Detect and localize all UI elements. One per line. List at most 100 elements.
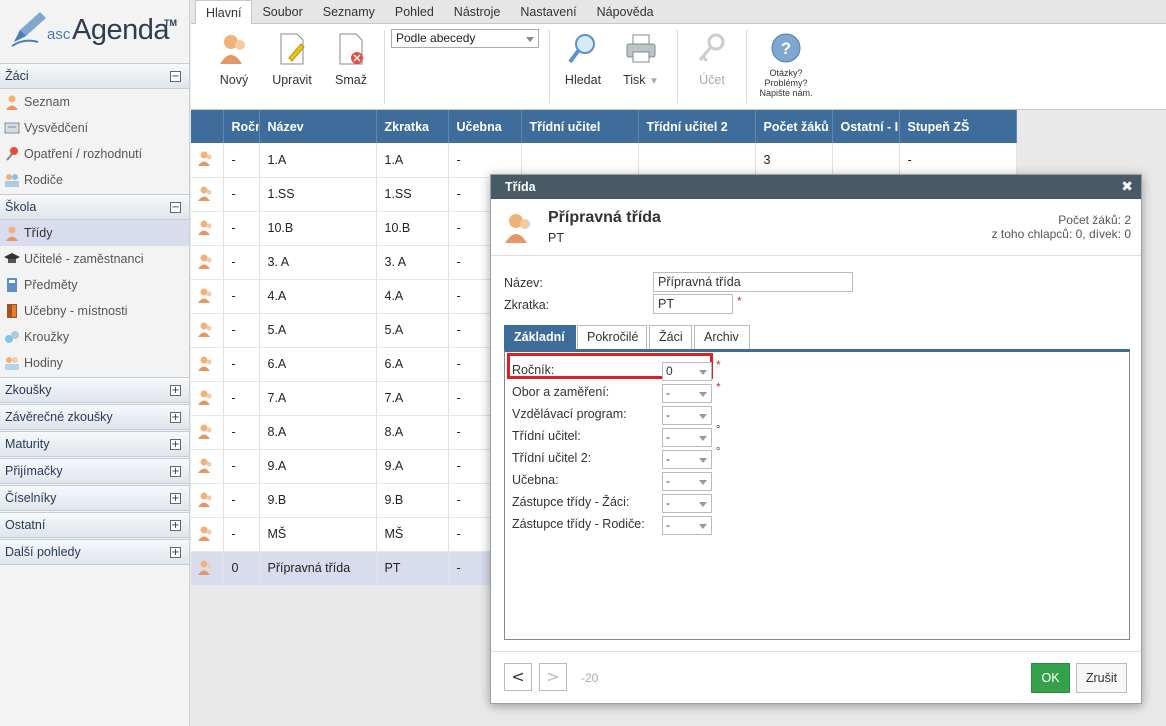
prev-button[interactable]: < (504, 663, 532, 691)
section-zaci[interactable]: Žáci − (0, 63, 189, 89)
edit-button[interactable]: Upravit (271, 32, 313, 87)
expand-icon[interactable]: + (170, 493, 181, 504)
expand-icon[interactable]: + (170, 439, 181, 450)
ok-button[interactable]: OK (1031, 663, 1070, 693)
tab-pokrocile[interactable]: Pokročilé (577, 325, 647, 349)
section-maturity[interactable]: Maturity + (0, 431, 189, 457)
expand-icon[interactable]: + (170, 547, 181, 558)
new-button[interactable]: Nový (216, 32, 252, 87)
account-button[interactable]: Účet (694, 32, 730, 87)
abbr-field[interactable] (653, 294, 733, 314)
section-skola[interactable]: Škola − (0, 194, 189, 220)
cell-zkratka: 1.SS (376, 177, 449, 212)
next-button[interactable]: > (539, 663, 567, 691)
expand-icon[interactable]: + (170, 520, 181, 531)
tab-seznamy[interactable]: Seznamy (313, 0, 385, 23)
expand-icon[interactable]: + (170, 412, 181, 423)
sidebar-item-ucebny[interactable]: Učebny - místnosti (0, 298, 189, 324)
col-tridni-ucitel-2[interactable]: Třídní učitel 2 (638, 110, 756, 143)
section-ciselniky[interactable]: Číselníky + (0, 485, 189, 511)
print-button[interactable]: Tisk ▼ (623, 32, 659, 87)
field-select[interactable]: - (662, 494, 712, 513)
tab-nastaveni[interactable]: Nastavení (510, 0, 586, 23)
sort-select[interactable]: Podle abecedy (391, 29, 539, 48)
help-button[interactable]: ? Otázky? Problémy? Napište nám. (758, 32, 814, 98)
new-person-icon (220, 35, 245, 64)
chevron-down-icon (699, 370, 707, 375)
help-line2: Problémy? (764, 78, 808, 88)
field-select[interactable]: 0 (662, 362, 712, 381)
class-icon (198, 560, 212, 575)
tab-zakladni[interactable]: Základní (504, 325, 576, 349)
select-value: - (666, 386, 670, 400)
delete-button[interactable]: Smaž (334, 32, 368, 87)
tab-nastroje[interactable]: Nástroje (444, 0, 511, 23)
collapse-icon[interactable]: − (170, 202, 181, 213)
sidebar-item-ucitele[interactable]: Učitelé - zaměstnanci (0, 246, 189, 272)
col-rocnik[interactable]: Ročník (223, 110, 260, 143)
col-pocet-zaku[interactable]: Počet žáků (755, 110, 833, 143)
row-class-icon-cell (191, 211, 224, 246)
sidebar-item-opatreni[interactable]: Opatření / rozhodnutí (0, 141, 189, 167)
expand-icon[interactable]: + (170, 385, 181, 396)
col-stupen[interactable]: Stupeň ZŠ (899, 110, 1017, 143)
logo-agenda: Agenda (72, 14, 170, 46)
sidebar-item-vysvedceni[interactable]: Vysvědčení (0, 115, 189, 141)
abbr-label: Zkratka: (504, 298, 550, 312)
tab-archiv[interactable]: Archiv (694, 325, 750, 349)
expand-icon[interactable]: + (170, 466, 181, 477)
tab-zaci[interactable]: Žáci (649, 325, 692, 349)
field-select[interactable]: - (662, 516, 712, 535)
collapse-icon[interactable]: − (170, 71, 181, 82)
cell-nazev: 3. A (259, 245, 377, 280)
section-dalsi-pohledy[interactable]: Další pohledy + (0, 539, 189, 565)
sidebar-item-tridy[interactable]: Třídy (0, 220, 189, 246)
chevron-down-icon (699, 524, 707, 529)
col-zkratka[interactable]: Zkratka (376, 110, 449, 143)
field-label: Třídní učitel: (512, 429, 581, 443)
cell-zkratka: 7.A (376, 381, 449, 416)
select-value: - (666, 430, 670, 444)
row-class-icon-cell (191, 245, 224, 280)
close-icon[interactable]: ✖ (1121, 179, 1133, 195)
tab-pohled[interactable]: Pohled (385, 0, 444, 23)
field-select[interactable]: - (662, 428, 712, 447)
col-nazev[interactable]: Název (259, 110, 377, 143)
cell-nazev: 10.B (259, 211, 377, 246)
tab-soubor[interactable]: Soubor (252, 0, 312, 23)
table-row[interactable]: -1.A 1.A -3- (191, 143, 1017, 178)
sidebar-item-hodiny[interactable]: Hodiny (0, 350, 189, 376)
cell-zkratka: 8.A (376, 415, 449, 450)
row-class-icon-cell (191, 381, 224, 416)
help-icon: ? (771, 33, 801, 63)
section-zaverecne-zkousky[interactable]: Závěrečné zkoušky + (0, 404, 189, 430)
row-class-icon-cell (191, 551, 224, 586)
col-icon (191, 110, 224, 143)
row-class-icon-cell (191, 177, 224, 212)
sidebar-item-rodice[interactable]: Rodiče (0, 167, 189, 193)
search-button[interactable]: Hledat (563, 32, 603, 87)
sidebar-item-label: Seznam (24, 95, 70, 109)
col-ucebna[interactable]: Učebna (448, 110, 522, 143)
sidebar-item-predmety[interactable]: Předměty (0, 272, 189, 298)
cancel-button[interactable]: Zrušit (1076, 663, 1127, 693)
field-select[interactable]: - (662, 384, 712, 403)
section-zkousky[interactable]: Zkoušky + (0, 377, 189, 403)
field-select[interactable]: - (662, 450, 712, 469)
dialog-titlebar[interactable]: Třída ✖ (491, 175, 1141, 199)
field-select[interactable]: - (662, 406, 712, 425)
cell-rocnik: - (223, 517, 260, 552)
chevron-down-icon[interactable]: ▼ (649, 76, 659, 87)
section-ostatni[interactable]: Ostatní + (0, 512, 189, 538)
section-prijimacky[interactable]: Přijímačky + (0, 458, 189, 484)
sidebar-item-krouzky[interactable]: Kroužky (0, 324, 189, 350)
sidebar-item-seznam[interactable]: Seznam (0, 89, 189, 115)
col-tridni-ucitel[interactable]: Třídní učitel (521, 110, 639, 143)
name-field[interactable] (653, 272, 853, 292)
row-class-icon-cell (191, 517, 224, 552)
col-ostatni[interactable]: Ostatní - IP (832, 110, 900, 143)
tab-napoveda[interactable]: Nápověda (587, 0, 664, 23)
edit-label: Upravit (272, 73, 312, 87)
field-select[interactable]: - (662, 472, 712, 491)
tab-hlavni[interactable]: Hlavní (195, 0, 253, 24)
